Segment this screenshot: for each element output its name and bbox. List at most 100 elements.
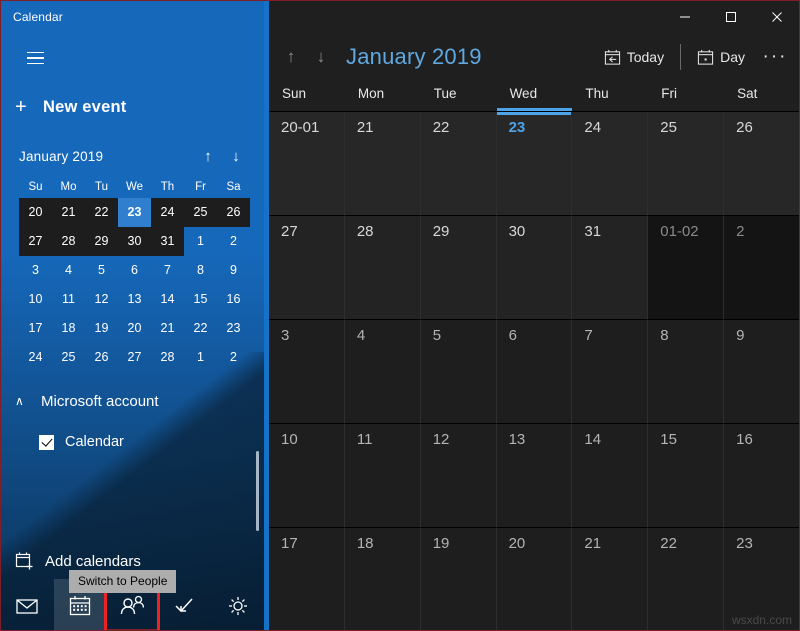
mini-calendar-day[interactable]: 20 xyxy=(19,198,52,227)
mini-calendar-next-arrow-icon[interactable]: ↓ xyxy=(222,144,250,168)
month-cell[interactable]: 6 xyxy=(496,320,573,424)
month-cell[interactable]: 12 xyxy=(420,424,497,528)
weekday-header-fri[interactable]: Fri xyxy=(648,81,724,111)
month-cell[interactable]: 30 xyxy=(496,216,573,320)
month-cell[interactable]: 22 xyxy=(648,528,725,630)
month-cell[interactable]: 7 xyxy=(572,320,649,424)
month-cell[interactable]: 01-02 xyxy=(648,216,725,320)
weekday-header-wed[interactable]: Wed xyxy=(496,81,573,111)
mini-calendar-day[interactable]: 13 xyxy=(118,285,151,314)
mini-calendar-day[interactable]: 30 xyxy=(118,227,151,256)
hamburger-menu-icon[interactable] xyxy=(15,41,55,75)
month-cell[interactable]: 24 xyxy=(572,112,649,216)
weekday-header-tue[interactable]: Tue xyxy=(421,81,497,111)
month-cell[interactable]: 18 xyxy=(344,528,421,630)
partially-scrolled-list-item[interactable] xyxy=(1,464,264,480)
mini-calendar-day[interactable]: 22 xyxy=(85,198,118,227)
mini-calendar-day[interactable]: 26 xyxy=(217,198,250,227)
mini-calendar-day[interactable]: 27 xyxy=(118,343,151,372)
month-cell[interactable]: 19 xyxy=(420,528,497,630)
mini-calendar-day[interactable]: 24 xyxy=(19,343,52,372)
month-cell[interactable]: 25 xyxy=(648,112,725,216)
maximize-button[interactable] xyxy=(708,1,754,33)
weekday-header-sat[interactable]: Sat xyxy=(724,81,799,111)
mini-calendar-day[interactable]: 14 xyxy=(151,285,184,314)
mini-calendar-day[interactable]: 4 xyxy=(52,256,85,285)
mini-calendar-title[interactable]: January 2019 xyxy=(19,149,194,164)
sidebar-scrollbar[interactable] xyxy=(256,451,259,531)
mini-calendar-day[interactable]: 9 xyxy=(217,256,250,285)
mini-calendar-day[interactable]: 16 xyxy=(217,285,250,314)
mini-calendar-day[interactable]: 21 xyxy=(151,314,184,343)
month-cell[interactable]: 31 xyxy=(572,216,649,320)
month-cell[interactable]: 21 xyxy=(344,112,421,216)
month-cell[interactable]: 11 xyxy=(344,424,421,528)
month-cell[interactable]: 4 xyxy=(344,320,421,424)
mini-calendar-day[interactable]: 3 xyxy=(19,256,52,285)
mini-calendar-day[interactable]: 19 xyxy=(85,314,118,343)
mini-calendar-day[interactable]: 22 xyxy=(184,314,217,343)
previous-period-arrow-icon[interactable]: ↑ xyxy=(276,40,306,74)
account-section-header[interactable]: ∧ Microsoft account xyxy=(1,386,264,416)
mini-calendar-day[interactable]: 6 xyxy=(118,256,151,285)
mini-calendar-day[interactable]: 25 xyxy=(184,198,217,227)
month-cell[interactable]: 5 xyxy=(420,320,497,424)
view-mode-button[interactable]: Day xyxy=(688,40,754,74)
mini-calendar-day[interactable]: 11 xyxy=(52,285,85,314)
mini-calendar-day[interactable]: 21 xyxy=(52,198,85,227)
mini-calendar-day[interactable]: 27 xyxy=(19,227,52,256)
minimize-button[interactable] xyxy=(662,1,708,33)
mini-calendar-day[interactable]: 24 xyxy=(151,198,184,227)
month-cell[interactable]: 13 xyxy=(496,424,573,528)
mini-calendar-day[interactable]: 5 xyxy=(85,256,118,285)
mini-calendar-day[interactable]: 20 xyxy=(118,314,151,343)
month-cell[interactable]: 3 xyxy=(269,320,345,424)
month-cell[interactable]: 21 xyxy=(572,528,649,630)
weekday-header-mon[interactable]: Mon xyxy=(345,81,421,111)
mini-calendar-day[interactable]: 1 xyxy=(184,227,217,256)
month-cell-today[interactable]: 23 xyxy=(496,112,573,216)
mini-calendar-day-today[interactable]: 23 xyxy=(118,198,151,227)
month-cell[interactable]: 10 xyxy=(269,424,345,528)
close-button[interactable] xyxy=(754,1,799,33)
month-cell[interactable]: 29 xyxy=(420,216,497,320)
mini-calendar-day[interactable]: 1 xyxy=(184,343,217,372)
mini-calendar-day[interactable]: 7 xyxy=(151,256,184,285)
mini-calendar-day[interactable]: 28 xyxy=(52,227,85,256)
next-period-arrow-icon[interactable]: ↓ xyxy=(306,40,336,74)
weekday-header-thu[interactable]: Thu xyxy=(572,81,648,111)
mini-calendar-day[interactable]: 29 xyxy=(85,227,118,256)
month-cell[interactable]: 22 xyxy=(420,112,497,216)
month-cell[interactable]: 28 xyxy=(344,216,421,320)
mini-calendar-day[interactable]: 23 xyxy=(217,314,250,343)
month-cell[interactable]: 16 xyxy=(724,424,799,528)
month-cell[interactable]: 14 xyxy=(572,424,649,528)
month-cell[interactable]: 20-01 xyxy=(269,112,345,216)
month-cell[interactable]: 9 xyxy=(724,320,799,424)
more-options-button[interactable]: ··· xyxy=(754,40,796,74)
mini-calendar-day[interactable]: 31 xyxy=(151,227,184,256)
mini-calendar-day[interactable]: 15 xyxy=(184,285,217,314)
today-button[interactable]: Today xyxy=(595,40,673,74)
mini-calendar-day[interactable]: 10 xyxy=(19,285,52,314)
month-cell[interactable]: 15 xyxy=(648,424,725,528)
mini-calendar-prev-arrow-icon[interactable]: ↑ xyxy=(194,144,222,168)
month-cell[interactable]: 27 xyxy=(269,216,345,320)
calendar-checkbox-item[interactable]: Calendar xyxy=(1,430,264,454)
mini-calendar-day[interactable]: 2 xyxy=(217,343,250,372)
month-cell[interactable]: 17 xyxy=(269,528,345,630)
mini-calendar-day[interactable]: 26 xyxy=(85,343,118,372)
mini-calendar-day[interactable]: 28 xyxy=(151,343,184,372)
nav-mail-button[interactable] xyxy=(1,579,54,630)
mini-calendar-day[interactable]: 2 xyxy=(217,227,250,256)
new-event-button[interactable]: + New event xyxy=(1,89,264,125)
mini-calendar-day[interactable]: 8 xyxy=(184,256,217,285)
mini-calendar-day[interactable]: 12 xyxy=(85,285,118,314)
month-cell[interactable]: 20 xyxy=(496,528,573,630)
current-period-title[interactable]: January 2019 xyxy=(346,44,595,70)
month-cell[interactable]: 26 xyxy=(724,112,799,216)
mini-calendar-day[interactable]: 17 xyxy=(19,314,52,343)
weekday-header-sun[interactable]: Sun xyxy=(269,81,345,111)
checkbox-checked-icon[interactable] xyxy=(39,434,54,450)
nav-settings-button[interactable] xyxy=(211,579,264,630)
